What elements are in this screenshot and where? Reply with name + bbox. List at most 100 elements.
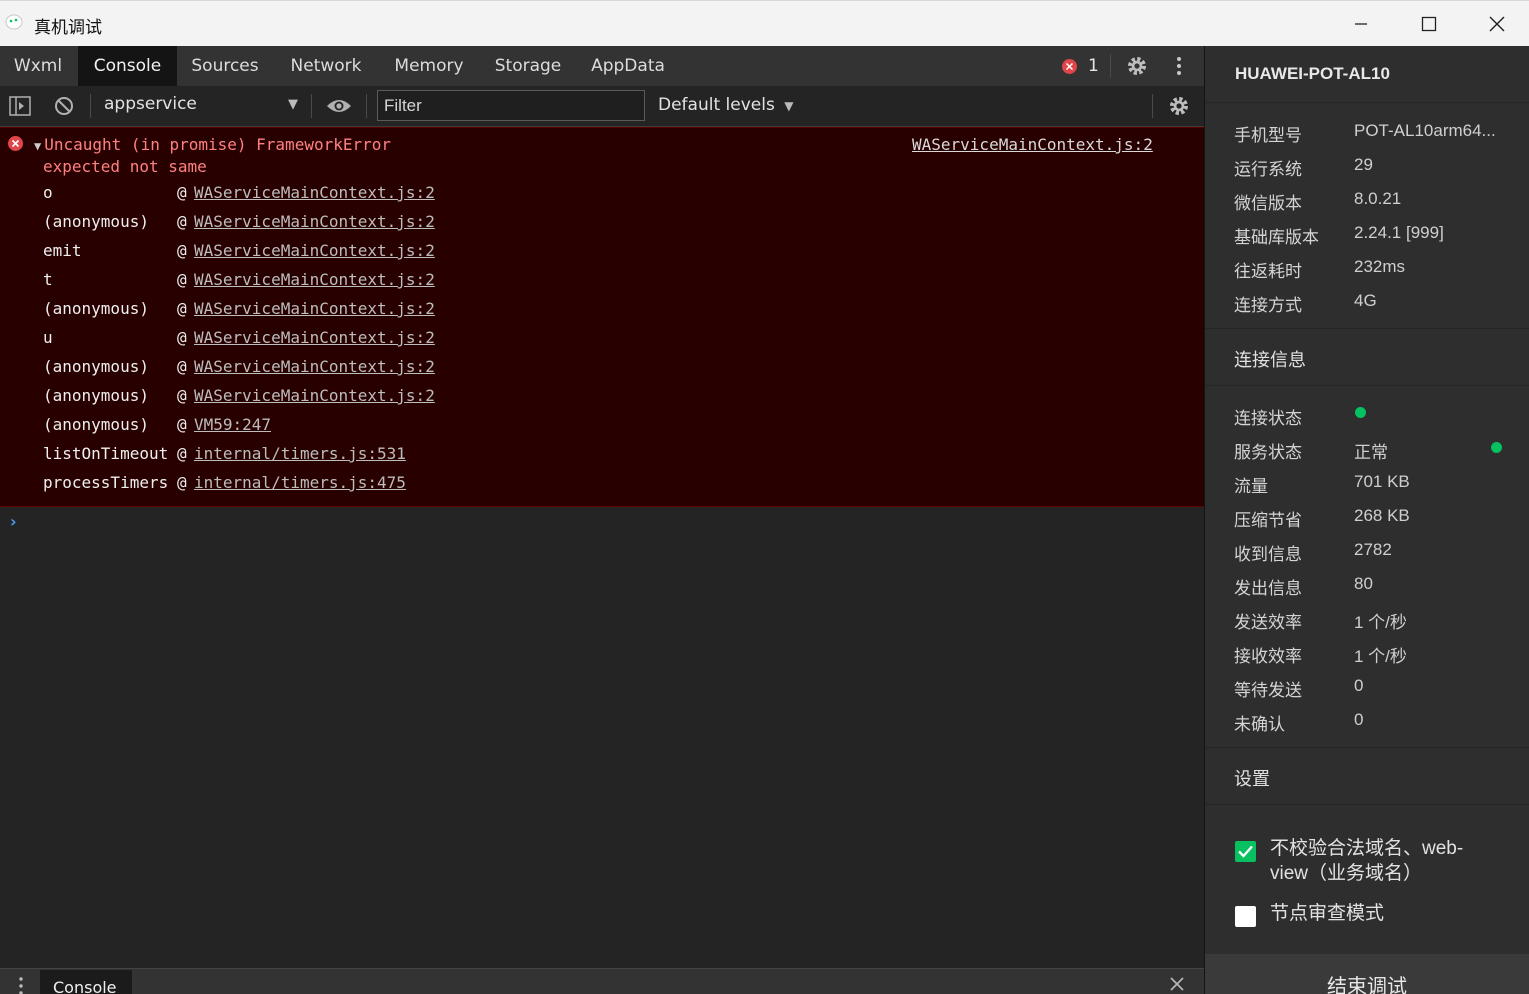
- divider: [1205, 385, 1529, 386]
- conn-value: 80: [1354, 574, 1373, 593]
- stack-source-link[interactable]: internal/timers.js:531: [194, 443, 406, 465]
- at-symbol: @: [177, 444, 187, 463]
- tab-wxml[interactable]: Wxml: [0, 46, 76, 86]
- chevron-down-icon: ▼: [288, 97, 298, 112]
- stack-source-link[interactable]: WAServiceMainContext.js:2: [194, 356, 435, 378]
- chevron-down-icon: ▼: [784, 99, 794, 113]
- settings-gear-icon[interactable]: [1126, 55, 1148, 77]
- stack-source-link[interactable]: WAServiceMainContext.js:2: [194, 269, 435, 291]
- eye-icon[interactable]: [326, 98, 352, 114]
- error-icon: [8, 136, 23, 151]
- connection-section-title: 连接信息: [1234, 350, 1306, 370]
- info-value: POT-AL10arm64...: [1354, 121, 1496, 140]
- divider: [1205, 328, 1529, 329]
- conn-key: 未确认: [1234, 715, 1285, 734]
- skip-domain-check-checkbox[interactable]: [1235, 841, 1256, 862]
- stack-function: processTimers: [43, 473, 169, 492]
- conn-value: 701 KB: [1354, 472, 1410, 491]
- stack-source-link[interactable]: WAServiceMainContext.js:2: [194, 327, 435, 349]
- divider: [1110, 54, 1111, 78]
- stack-source-link[interactable]: internal/timers.js:475: [194, 472, 406, 494]
- tab-memory[interactable]: Memory: [384, 46, 474, 86]
- close-drawer-icon[interactable]: [1170, 977, 1184, 991]
- conn-key: 收到信息: [1234, 545, 1302, 564]
- end-debug-button[interactable]: 结束调试: [1205, 954, 1529, 994]
- error-count: 1: [1088, 56, 1099, 76]
- stack-source-link[interactable]: VM59:247: [194, 414, 271, 436]
- tab-storage[interactable]: Storage: [488, 46, 568, 86]
- at-symbol: @: [177, 212, 187, 231]
- info-value: 8.0.21: [1354, 189, 1402, 208]
- minimize-button[interactable]: [1327, 1, 1395, 47]
- stack-function: (anonymous): [43, 415, 149, 434]
- at-symbol: @: [177, 328, 187, 347]
- error-icon: [1062, 58, 1077, 74]
- conn-value: 0: [1354, 710, 1364, 729]
- conn-key: 服务状态: [1234, 443, 1302, 462]
- stack-source-link[interactable]: WAServiceMainContext.js:2: [194, 240, 435, 262]
- error-title: Uncaught (in promise) FrameworkError: [44, 135, 392, 154]
- log-levels-dropdown[interactable]: Default levels ▼: [658, 95, 793, 115]
- info-value: 4G: [1354, 291, 1377, 310]
- maximize-button[interactable]: [1395, 1, 1463, 47]
- close-icon: [1489, 16, 1505, 32]
- divider: [1205, 804, 1529, 805]
- drawer-tab-console[interactable]: Console: [40, 970, 132, 994]
- console-settings-gear-icon[interactable]: [1168, 95, 1190, 117]
- wechat-devtools-logo-icon: [5, 14, 23, 30]
- clear-console-icon[interactable]: [54, 96, 74, 116]
- skip-domain-check-label[interactable]: 不校验合法域名、web-view（业务域名）: [1270, 836, 1500, 886]
- stack-source-link[interactable]: WAServiceMainContext.js:2: [194, 385, 435, 407]
- drawer-menu-icon[interactable]: [19, 977, 23, 994]
- conn-key: 发出信息: [1234, 579, 1302, 598]
- devtools-tabbar: Wxml Console Sources Network Memory Stor…: [0, 46, 1204, 86]
- conn-key: 连接状态: [1234, 409, 1302, 428]
- conn-value: 1 个/秒: [1354, 647, 1407, 666]
- filter-input[interactable]: [377, 90, 645, 121]
- service-status-dot: [1491, 442, 1502, 453]
- info-value: 2.24.1 [999]: [1354, 223, 1444, 242]
- stack-source-link[interactable]: WAServiceMainContext.js:2: [194, 211, 435, 233]
- at-symbol: @: [177, 386, 187, 405]
- conn-key: 流量: [1234, 477, 1268, 496]
- close-window-button[interactable]: [1463, 1, 1529, 47]
- node-inspect-checkbox[interactable]: [1235, 906, 1256, 927]
- tab-network[interactable]: Network: [280, 46, 372, 86]
- context-select[interactable]: appservice ▼: [104, 94, 300, 118]
- tab-sources[interactable]: Sources: [180, 46, 270, 86]
- divider: [1152, 94, 1153, 118]
- info-key: 连接方式: [1234, 296, 1302, 315]
- error-header[interactable]: ▼ Uncaught (in promise) FrameworkError: [34, 134, 391, 157]
- error-count-badge[interactable]: 1: [1062, 56, 1099, 76]
- maximize-icon: [1421, 16, 1437, 32]
- bottom-drawer: Console: [0, 968, 1204, 994]
- conn-key: 发送效率: [1234, 613, 1302, 632]
- at-symbol: @: [177, 299, 187, 318]
- sidebar-toggle-icon[interactable]: [9, 96, 31, 116]
- stack-source-link[interactable]: WAServiceMainContext.js:2: [194, 182, 435, 204]
- info-key: 基础库版本: [1234, 228, 1319, 247]
- settings-section-title: 设置: [1234, 769, 1270, 789]
- more-options-icon[interactable]: [1176, 56, 1182, 76]
- divider: [311, 94, 312, 118]
- console-prompt-icon[interactable]: ›: [10, 512, 17, 531]
- log-levels-label: Default levels: [658, 95, 775, 115]
- info-key: 往返耗时: [1234, 262, 1302, 281]
- stack-function: (anonymous): [43, 357, 149, 376]
- connection-status-dot: [1355, 407, 1366, 418]
- conn-key: 压缩节省: [1234, 511, 1302, 530]
- node-inspect-label[interactable]: 节点审查模式: [1270, 901, 1500, 926]
- stack-source-link[interactable]: WAServiceMainContext.js:2: [194, 298, 435, 320]
- conn-value: 正常: [1354, 443, 1388, 462]
- info-key: 微信版本: [1234, 194, 1302, 213]
- error-source-link[interactable]: WAServiceMainContext.js:2: [912, 134, 1153, 156]
- expand-triangle-icon[interactable]: ▼: [34, 139, 41, 153]
- stack-function: (anonymous): [43, 386, 149, 405]
- divider: [90, 94, 91, 118]
- window-titlebar: 真机调试: [0, 0, 1529, 46]
- tab-console[interactable]: Console: [78, 46, 177, 86]
- divider: [366, 94, 367, 118]
- stack-function: t: [43, 270, 53, 289]
- tab-appdata[interactable]: AppData: [584, 46, 672, 86]
- at-symbol: @: [177, 415, 187, 434]
